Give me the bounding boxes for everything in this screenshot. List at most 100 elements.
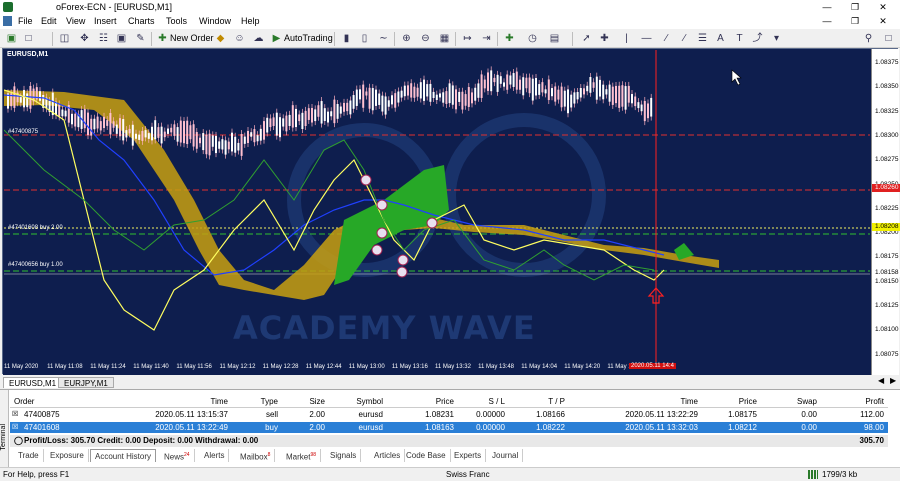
terminal-tab-code-base[interactable]: Code Base	[402, 449, 451, 462]
scroll-right-icon[interactable]: ▶	[890, 376, 896, 385]
navigator-icon[interactable]: ☷	[97, 32, 110, 45]
zoom-in-icon[interactable]: ⊕	[400, 32, 413, 45]
table-cell: 0.00000	[476, 410, 505, 419]
child-minimize-icon[interactable]: —	[820, 15, 834, 27]
new-order-icon[interactable]: ✚	[156, 32, 169, 45]
terminal-tab-account-history[interactable]: Account History	[90, 449, 157, 462]
col-time[interactable]: Time	[150, 395, 228, 408]
crosshair-icon[interactable]: ✚	[598, 32, 611, 45]
maximize-icon[interactable]: ❐	[848, 1, 862, 13]
terminal-tab-articles[interactable]: Articles	[370, 449, 406, 462]
tile-windows-icon[interactable]: ▦	[438, 32, 451, 45]
time-axis[interactable]: 11 May 2020 11 May 11:08 11 May 11:24 11 Ma…	[3, 362, 871, 375]
candle-body	[573, 92, 576, 104]
status-traffic: 1799/3 kb	[822, 470, 858, 479]
autoscroll-icon[interactable]: ⇥	[480, 32, 493, 45]
col-close-price[interactable]: Price	[710, 395, 757, 408]
metaeditor-icon[interactable]: ◆	[214, 32, 227, 45]
terminal-tab-trade[interactable]: Trade	[14, 449, 44, 462]
candle-body	[243, 136, 246, 144]
equidistant-channel-icon[interactable]: ∕	[678, 32, 691, 45]
horizontal-line-icon[interactable]: —	[640, 32, 653, 45]
bar-chart-icon[interactable]: ▮	[340, 32, 353, 45]
child-restore-icon[interactable]: ❐	[848, 15, 862, 27]
candle-body	[13, 86, 16, 108]
terminal-tab-news[interactable]: News24	[160, 449, 195, 462]
chart-window[interactable]: EURUSD,M1 ACADEMY WAVE #47400875 #474016…	[2, 48, 900, 375]
templates-icon[interactable]: ▤	[548, 32, 561, 45]
menu-file[interactable]: File	[18, 16, 33, 26]
col-tp[interactable]: T / P	[515, 395, 565, 408]
scroll-left-icon[interactable]: ◀	[878, 376, 884, 385]
menu-charts[interactable]: Charts	[128, 16, 155, 26]
strategy-tester-icon[interactable]: ✎	[134, 32, 147, 45]
col-profit[interactable]: Profit	[830, 395, 884, 408]
candle-body	[560, 86, 563, 108]
profiles-icon[interactable]: □	[22, 32, 35, 45]
col-sl[interactable]: S / L	[460, 395, 505, 408]
text-label-icon[interactable]: T	[733, 32, 746, 45]
price-axis[interactable]: 1.08375 1.08350 1.08325 1.08300 1.08275 1.082…	[871, 49, 900, 375]
objects-dropdown-icon[interactable]: ▾	[770, 32, 783, 45]
menu-help[interactable]: Help	[241, 16, 260, 26]
terminal-tab-experts[interactable]: Experts	[450, 449, 487, 462]
signals-icon[interactable]: ☺	[233, 32, 246, 45]
trendline-icon[interactable]: ∕	[660, 32, 673, 45]
menu-window[interactable]: Window	[199, 16, 231, 26]
chat-icon[interactable]: □	[882, 32, 895, 45]
chart-tab-eurusd[interactable]: EURUSD,M1	[3, 377, 63, 388]
minimize-icon[interactable]: —	[820, 1, 834, 13]
periods-icon[interactable]: ◷	[526, 32, 539, 45]
new-chart-icon[interactable]: ▣	[5, 32, 18, 45]
col-price[interactable]: Price	[400, 395, 454, 408]
menu-view[interactable]: View	[66, 16, 85, 26]
terminal-tab-signals[interactable]: Signals	[326, 449, 362, 462]
autotrading-icon[interactable]: ▶	[270, 32, 283, 45]
candle-body	[61, 109, 64, 117]
vps-icon[interactable]: ☁	[252, 32, 265, 45]
menu-edit[interactable]: Edit	[41, 16, 57, 26]
terminal-tab-alerts[interactable]: Alerts	[200, 449, 230, 462]
terminal-tab-exposure[interactable]: Exposure	[46, 449, 89, 462]
col-close-time[interactable]: Time	[610, 395, 698, 408]
col-swap[interactable]: Swap	[770, 395, 817, 408]
close-icon[interactable]: ✕	[876, 1, 890, 13]
vertical-line-icon[interactable]: |	[620, 32, 633, 45]
autotrading-button[interactable]: AutoTrading	[284, 33, 333, 43]
candle-body	[499, 76, 502, 84]
terminal-tab-journal[interactable]: Journal	[488, 449, 524, 462]
time-tick-label: 11 May 11:56	[176, 364, 212, 370]
market-watch-icon[interactable]: ◫	[58, 32, 71, 45]
menu-insert[interactable]: Insert	[94, 16, 117, 26]
terminal-tab-market[interactable]: Market98	[282, 449, 322, 462]
chart-tab-eurjpy[interactable]: EURJPY,M1	[58, 377, 114, 388]
menu-tools[interactable]: Tools	[166, 16, 187, 26]
new-order-button[interactable]: New Order	[170, 33, 214, 43]
candle-body	[451, 85, 454, 105]
candle-body	[71, 113, 73, 125]
col-symbol[interactable]: Symbol	[335, 395, 383, 408]
arrows-icon[interactable]: ⤴	[751, 32, 764, 45]
table-row[interactable]: ☒ 47401608 2020.05.11 13:22:49 buy 2.00 eurus…	[10, 422, 888, 433]
search-icon[interactable]: ⚲	[862, 32, 875, 45]
fibonacci-icon[interactable]: ☰	[696, 32, 709, 45]
zoom-out-icon[interactable]: ⊖	[419, 32, 432, 45]
line-chart-icon[interactable]: ∼	[377, 32, 390, 45]
col-order[interactable]: Order	[14, 395, 34, 408]
candle-body	[106, 120, 109, 126]
candlestick-icon[interactable]: ▯	[358, 32, 371, 45]
col-type[interactable]: Type	[238, 395, 278, 408]
table-row[interactable]: ☒ 47400875 2020.05.11 13:15:37 sell 2.00 euru…	[10, 409, 888, 420]
data-window-icon[interactable]: ✥	[78, 32, 91, 45]
terminal-icon[interactable]: ▣	[115, 32, 128, 45]
indicators-icon[interactable]: ✚	[503, 32, 516, 45]
candle-body	[509, 75, 512, 85]
cursor-icon[interactable]: ➚	[580, 32, 593, 45]
text-icon[interactable]: A	[714, 32, 727, 45]
tab-badge: 24	[184, 452, 190, 458]
child-close-icon[interactable]: ✕	[876, 15, 890, 27]
price-tick-label: 1.08175	[875, 253, 899, 261]
chart-shift-icon[interactable]: ↦	[461, 32, 474, 45]
terminal-tab-mailbox[interactable]: Mailbox8	[236, 449, 276, 462]
col-size[interactable]: Size	[288, 395, 325, 408]
